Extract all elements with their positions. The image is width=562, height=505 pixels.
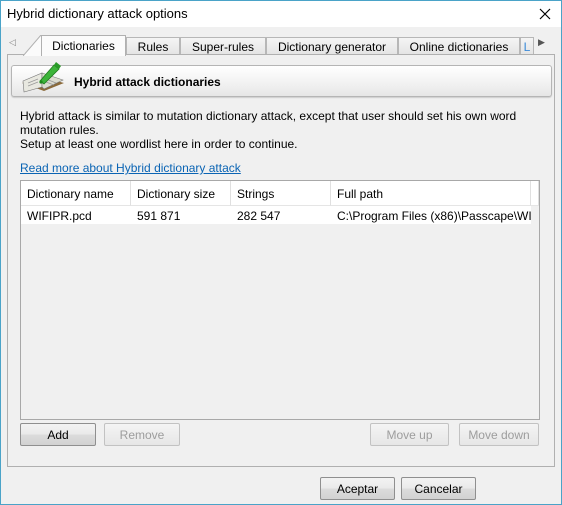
description: Hybrid attack is similar to mutation dic… — [20, 109, 550, 151]
tab-label: Rules — [137, 39, 169, 54]
move-up-button[interactable]: Move up — [370, 423, 449, 446]
column-header-strings[interactable]: Strings — [231, 181, 331, 206]
tab-label: Super-rules — [191, 39, 255, 54]
remove-button[interactable]: Remove — [104, 423, 180, 446]
tab-edge — [23, 35, 43, 56]
tab-label: Online dictionaries — [409, 39, 509, 54]
cell-strings: 282 547 — [237, 209, 281, 223]
add-button[interactable]: Add — [20, 423, 96, 446]
tab-dictionaries[interactable]: Dictionaries — [41, 35, 126, 56]
read-more-link[interactable]: Read more about Hybrid dictionary attack — [20, 161, 241, 175]
window-title: Hybrid dictionary attack options — [7, 6, 188, 21]
tab-scroll-right-icon[interactable]: ▶ — [538, 37, 545, 48]
tab-more[interactable]: L — [520, 37, 534, 55]
section-header: Hybrid attack dictionaries — [11, 62, 552, 97]
column-header-full-path[interactable]: Full path — [331, 181, 531, 206]
cell-full-path: C:\Program Files (x86)\Passcape\WI... — [337, 209, 531, 223]
tab-label: Dictionaries — [52, 39, 115, 53]
dialog-window: Hybrid dictionary attack options ◁ Dicti… — [0, 0, 562, 505]
list-header: Dictionary name Dictionary size Strings … — [21, 181, 539, 206]
table-row[interactable]: WIFIPR.pcd 591 871 282 547 C:\Program Fi… — [21, 206, 531, 224]
tab-rules[interactable]: Rules — [126, 37, 180, 55]
close-button[interactable] — [529, 1, 561, 27]
tab-label: Dictionary generator — [277, 39, 387, 54]
dictionary-book-icon — [22, 62, 64, 93]
ok-button[interactable]: Aceptar — [320, 477, 395, 500]
move-down-button[interactable]: Move down — [459, 423, 539, 446]
column-header-filler — [531, 181, 539, 206]
dictionary-list[interactable]: Dictionary name Dictionary size Strings … — [20, 180, 540, 420]
cell-dictionary-name: WIFIPR.pcd — [27, 209, 92, 223]
tab-strip: ◁ Dictionaries Rules Super-rules Diction… — [1, 27, 561, 56]
close-icon — [539, 8, 551, 20]
description-line: Setup at least one wordlist here in orde… — [20, 137, 298, 151]
section-title: Hybrid attack dictionaries — [74, 75, 221, 89]
title-bar: Hybrid dictionary attack options — [1, 1, 561, 27]
cancel-button[interactable]: Cancelar — [401, 477, 476, 500]
tab-dictionary-generator[interactable]: Dictionary generator — [266, 37, 398, 55]
tab-super-rules[interactable]: Super-rules — [180, 37, 266, 55]
tab-online-dictionaries[interactable]: Online dictionaries — [398, 37, 520, 55]
tab-scroll-left-icon[interactable]: ◁ — [9, 37, 16, 48]
description-line: Hybrid attack is similar to mutation dic… — [20, 109, 517, 137]
column-header-dictionary-name[interactable]: Dictionary name — [21, 181, 131, 206]
tab-label: L — [523, 39, 531, 54]
column-header-dictionary-size[interactable]: Dictionary size — [131, 181, 231, 206]
cell-dictionary-size: 591 871 — [137, 209, 181, 223]
tab-panel-dictionaries: Hybrid attack dictionaries Hybrid attack… — [7, 54, 555, 467]
